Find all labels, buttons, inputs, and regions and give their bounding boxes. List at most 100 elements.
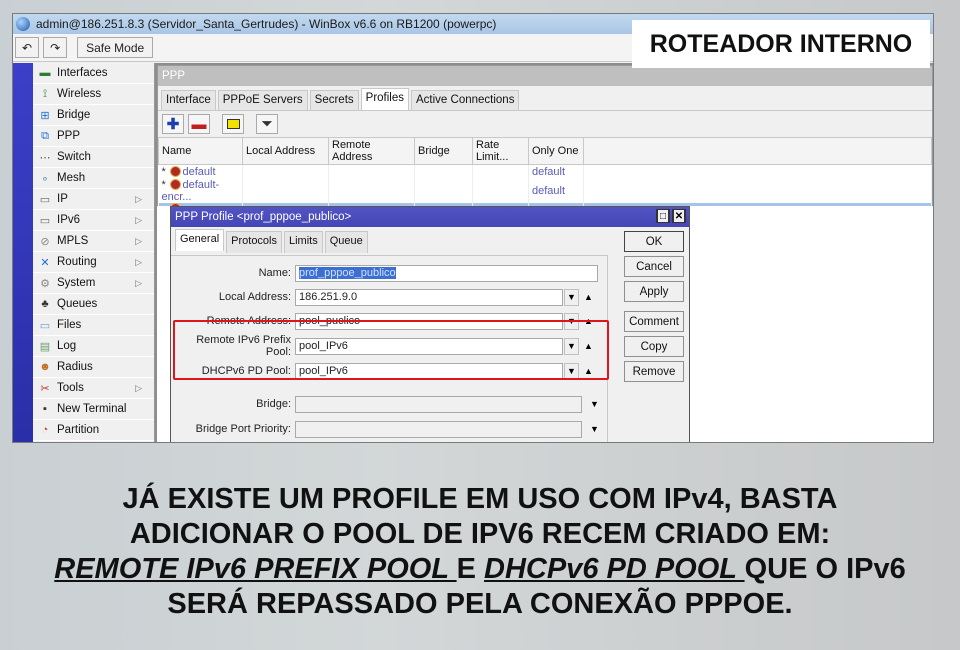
routing-icon: ✕ [40, 256, 50, 269]
files-icon: ▭ [39, 319, 51, 332]
sidebar-item-interfaces[interactable]: ▬ Interfaces [33, 63, 154, 84]
ppp-window: PPP Interface PPPoE Servers Secrets Profile… [157, 65, 933, 227]
copy-button[interactable]: Copy [624, 336, 684, 357]
sidebar-item-wireless[interactable]: ⟟ Wireless [33, 84, 154, 105]
maximize-button[interactable]: □ [656, 209, 670, 223]
sidebar-item-mpls[interactable]: ⊘ MPLS ▷ [33, 231, 154, 252]
ip-icon: ▭ [39, 193, 51, 206]
highlight-box [173, 320, 609, 380]
tab-pppoe-servers[interactable]: PPPoE Servers [217, 90, 308, 110]
ppp-window-title: PPP [158, 66, 932, 86]
sidebar-item-system[interactable]: ⚙ System ▷ [33, 273, 154, 294]
column-header-only-one[interactable]: Only One [528, 137, 584, 165]
name-label: Name: [258, 267, 291, 279]
dialog-tab-general[interactable]: General [175, 229, 225, 251]
sidebar-item-new-terminal[interactable]: ▪ New Terminal [33, 399, 154, 420]
tab-secrets[interactable]: Secrets [309, 90, 359, 110]
table-row[interactable]: * default default [158, 164, 932, 179]
local-address-remove-arrow[interactable]: ▲ [584, 292, 593, 302]
sidebar-item-label: System [57, 277, 96, 289]
dialog-tabs: General Protocols Limits Queue [171, 227, 689, 253]
remove-button[interactable]: ▬ [188, 114, 210, 134]
cell-bridge [414, 164, 473, 179]
bridge-field[interactable] [295, 395, 582, 413]
dialog-tab-queue[interactable]: Queue [324, 231, 368, 253]
local-address-dropdown[interactable]: ▼ [564, 288, 579, 306]
sidebar-item-label: Interfaces [57, 67, 108, 79]
cell-only-one: default [528, 164, 584, 179]
sidebar-item-label: PPP [57, 130, 81, 142]
apply-button[interactable]: Apply [624, 281, 684, 302]
column-header-bridge[interactable]: Bridge [414, 137, 473, 165]
safe-mode-button[interactable]: Safe Mode [77, 37, 154, 58]
caption-line-4: SERÁ REPASSADO PELA CONEXÃO PPPOE. [167, 588, 793, 620]
cell-rate [472, 164, 529, 179]
sidebar-item-radius[interactable]: ☻ Radius [33, 357, 154, 378]
wireless-icon: ⟟ [42, 87, 48, 100]
mpls-icon: ⊘ [40, 235, 50, 248]
winbox-logo-icon [16, 17, 30, 31]
undo-button[interactable]: ↶ [15, 37, 40, 58]
cancel-button[interactable]: Cancel [624, 256, 684, 277]
sidebar-item-log[interactable]: ▤ Log [33, 336, 154, 357]
close-button[interactable]: ✕ [672, 209, 686, 223]
local-address-label: Local Address: [218, 291, 291, 303]
sidebar-item-ipv6[interactable]: ▭ IPv6 ▷ [33, 210, 154, 231]
caption-line-2: ADICIONAR O POOL DE IPV6 RECEM CRIADO EM… [129, 518, 831, 550]
sidebar-item-label: Partition [57, 424, 100, 436]
tab-interface[interactable]: Interface [161, 90, 216, 110]
submenu-arrow-icon: ▷ [135, 382, 142, 393]
sidebar-item-switch[interactable]: ⋯ Switch [33, 147, 154, 168]
ppp-profile-dialog: PPP Profile <prof_pppoe_publico> □ ✕ Gen… [170, 206, 690, 442]
redo-button[interactable]: ↷ [43, 37, 68, 58]
bridge-port-priority-expand-arrow[interactable]: ▼ [590, 424, 599, 434]
cell-remote [328, 178, 415, 203]
mesh-icon: ∘ [41, 172, 49, 185]
dialog-tab-limits[interactable]: Limits [284, 231, 323, 253]
bridge-port-priority-row: Bridge Port Priority: ▼ [171, 420, 599, 438]
cell-name: * default-encr... [158, 178, 243, 203]
sidebar-item-queues[interactable]: ♣ Queues [33, 294, 154, 315]
switch-icon: ⋯ [39, 151, 51, 164]
profile-name: default [182, 165, 216, 178]
tab-profiles[interactable]: Profiles [360, 88, 410, 110]
bridge-expand-arrow[interactable]: ▼ [590, 399, 599, 409]
cell-rate [472, 178, 529, 203]
tab-active-connections[interactable]: Active Connections [411, 90, 520, 110]
terminal-icon: ▪ [43, 403, 47, 415]
log-icon: ▤ [39, 340, 51, 353]
sidebar-item-ppp[interactable]: ⧉ PPP [33, 126, 154, 147]
sidebar-item-tools[interactable]: ✂ Tools ▷ [33, 378, 154, 399]
name-field[interactable]: prof_pppoe_publico [295, 264, 598, 282]
sidebar-item-label: Bridge [57, 109, 91, 121]
sidebar-item-partition[interactable]: ◔ Partition [33, 420, 154, 441]
column-header-remote-address[interactable]: Remote Address [328, 137, 415, 165]
sidebar-item-mesh[interactable]: ∘ Mesh [33, 168, 154, 189]
comment-button[interactable]: Comment [624, 311, 684, 332]
filter-button[interactable]: ⏷ [256, 114, 278, 134]
caption-dhcpv6: DHCPv6 PD POOL [484, 553, 745, 585]
filter-icon: ⏷ [261, 116, 273, 131]
sidebar-item-ip[interactable]: ▭ IP ▷ [33, 189, 154, 210]
column-header-local-address[interactable]: Local Address [242, 137, 329, 165]
column-header-rate-limit-[interactable]: Rate Limit... [472, 137, 529, 165]
remove-button[interactable]: Remove [624, 361, 684, 382]
row-flag: * [161, 165, 166, 178]
bridge-port-priority-field[interactable] [295, 420, 582, 438]
column-header-name[interactable]: Name [158, 137, 243, 165]
add-button[interactable]: ✚ [162, 114, 184, 134]
sidebar-item-label: New Terminal [57, 403, 127, 415]
sidebar-item-label: Log [57, 340, 77, 352]
sidebar-item-label: Switch [57, 151, 91, 163]
dialog-tab-protocols[interactable]: Protocols [226, 231, 282, 253]
sidebar-item-routing[interactable]: ✕ Routing ▷ [33, 252, 154, 273]
comment-button[interactable] [222, 114, 244, 134]
sidebar-item-label: Files [57, 319, 82, 331]
sidebar-item-files[interactable]: ▭ Files [33, 315, 154, 336]
ok-button[interactable]: OK [624, 231, 684, 252]
table-row[interactable]: * default-encr... default [158, 178, 932, 203]
sidebar-item-bridge[interactable]: ⊞ Bridge [33, 105, 154, 126]
local-address-field[interactable]: 186.251.9.0 [295, 288, 563, 306]
name-value: prof_pppoe_publico [299, 266, 396, 279]
row-flag: * [161, 178, 166, 191]
